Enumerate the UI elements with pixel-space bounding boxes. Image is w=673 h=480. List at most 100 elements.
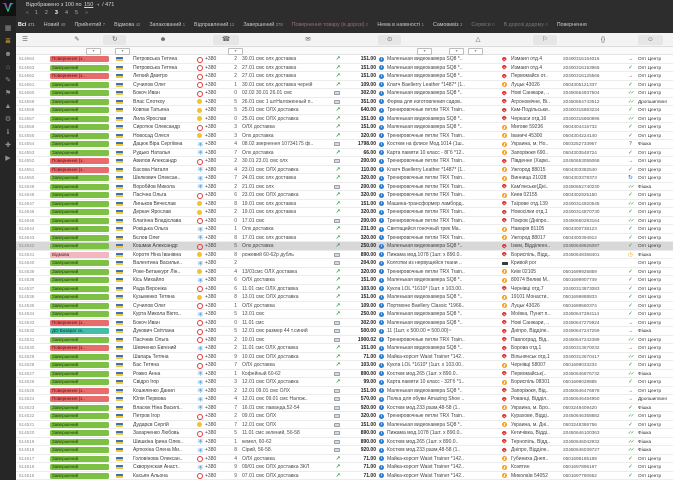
order-row[interactable]: 514539 Завершений Роке-Бетанкурт Лін.. +380… xyxy=(16,267,673,276)
stats-icon[interactable]: ▲ xyxy=(0,100,16,113)
tab-13[interactable]: Повернення xyxy=(557,20,587,27)
payment-column-icon[interactable]: ⊙ xyxy=(378,35,402,45)
order-row[interactable]: 514529 Завершений Шапарь Тетяна +380 9 10.01 … xyxy=(16,352,673,361)
order-row[interactable]: 514541 Відмова Коротя Ніна Іванівна +380 8 ро… xyxy=(16,250,673,259)
edit-column-icon[interactable]: ✎ xyxy=(71,35,83,45)
order-row[interactable]: 514528 Завершений Бас Тетяна +380 7 ОЛХ доста… xyxy=(16,361,673,370)
order-row[interactable]: 514555 Завершений Новосад Олеся +380 3 Олх до… xyxy=(16,131,673,140)
order-id: 514523 xyxy=(19,404,35,410)
lifecell-icon xyxy=(197,209,203,215)
contacts-icon[interactable]: ☻ xyxy=(0,48,16,61)
tab-1[interactable]: Всі 471 xyxy=(18,20,35,27)
tab-5[interactable]: Запакований 1 xyxy=(149,20,185,27)
products-icon[interactable]: ✎ xyxy=(0,74,16,87)
company-icon[interactable]: ⌂ xyxy=(0,61,16,74)
tab-8[interactable]: Повернення товару (в дорозі) 0 xyxy=(292,20,369,27)
settings-icon[interactable]: ⚙ xyxy=(0,113,16,126)
refresh-column-icon[interactable]: ↻ xyxy=(103,35,127,45)
app-logo[interactable] xyxy=(0,0,16,16)
order-row[interactable]: 514533 Повернення (з.. Бокоч Иван +380 0 11.0… xyxy=(16,318,673,327)
dashboard-icon[interactable]: ▦ xyxy=(0,22,16,35)
order-row[interactable]: 514556 Завершений Сиротюк Олександр +380 3 ОЛ… xyxy=(16,123,673,132)
order-row[interactable]: 514531 Завершений Пасічник Ольга +380 2 10.01… xyxy=(16,335,673,344)
order-row[interactable]: 514549 Завершений Воробйов Микола ✳ +380 2 21.… xyxy=(16,182,673,191)
tab-9[interactable]: Нема в наявності 1 xyxy=(377,20,424,27)
comment-column-icon[interactable]: ✉ xyxy=(302,35,314,45)
phone-column-icon[interactable]: ☎ xyxy=(213,35,240,45)
order-row[interactable]: 514560 Завершений Бокоч Иван +380 0 02.02 30.… xyxy=(16,89,673,98)
ttn-column-icon[interactable]: {} xyxy=(597,35,609,45)
tab-12[interactable]: В дорозі додому 0 xyxy=(504,20,548,27)
manager-column-icon[interactable]: ☺ xyxy=(638,35,663,45)
page-button-3[interactable]: 3 xyxy=(55,9,58,17)
order-row[interactable]: 514551 Повернення (з.. Басова Наталя ✳ +380 4… xyxy=(16,165,673,174)
order-row[interactable]: 514550 Завершений Шелкович Олексан.. ✳ +380 7… xyxy=(16,174,673,183)
order-row[interactable]: 514519 Завершений Шишкіна Ірина Олек.. ✳ +38… xyxy=(16,437,673,446)
order-row[interactable]: 514515 Завершений Касьян Альона +380 9 07.01 … xyxy=(16,471,673,480)
info-icon[interactable]: ℹ xyxy=(0,126,16,139)
marketing-icon[interactable]: ⚑ xyxy=(0,87,16,100)
order-row[interactable]: 514564 Повернення (з.. Петровська Тетяна +3… xyxy=(16,55,673,64)
order-row[interactable]: 514521 Завершений Дударєв Сергій +380 7 12.01… xyxy=(16,420,673,429)
order-row[interactable]: 514545 Завершений Благінна Владіслава +380 0… xyxy=(16,216,673,225)
order-row[interactable]: 514530 Повернення (з.. Шевченко Евгений ✳ +3… xyxy=(16,344,673,353)
order-row[interactable]: 514540 Завершений Валентина Василье.. ✳ +380… xyxy=(16,259,673,268)
tab-7[interactable]: Завершений 278 xyxy=(243,20,282,27)
order-row[interactable]: 514561 Завершений Сучилов Олег +380 1 30.01 с… xyxy=(16,80,673,89)
order-row[interactable]: 514522 Завершений Петров Ігор +380 2 09.01 см… xyxy=(16,412,673,421)
apps-icon[interactable]: ✚ xyxy=(0,139,16,152)
order-row[interactable]: 514548 Завершений Пасічна Ольга +380 6 23.01 … xyxy=(16,191,673,200)
order-row[interactable]: 514563 Завершений Петровська Тетяна +380 2 27… xyxy=(16,63,673,72)
page-button-1[interactable]: 1 xyxy=(35,9,38,17)
order-row[interactable]: 514520 Завершений Захарченко Любовь +380 5 11… xyxy=(16,429,673,438)
ttn-number: 0504303548724 xyxy=(563,149,597,155)
page-button-4[interactable]: 4 xyxy=(65,9,68,17)
order-row[interactable]: 514546 Завершений Деркач Ярослав +380 2 19.01… xyxy=(16,208,673,217)
order-row[interactable]: 514517 Завершений Головінова Олексан.. +380… xyxy=(16,454,673,463)
carrier-icon xyxy=(502,294,509,300)
order-row[interactable]: 514532 ДО Возврат ск.. Дукович Світлана +38… xyxy=(16,327,673,336)
address-column-icon[interactable]: ⚐ xyxy=(533,35,557,45)
order-row[interactable]: 514535 Завершений Сучилов Олег +380 1 ОЛХ дос… xyxy=(16,301,673,310)
order-row[interactable]: 514524 Повернення (з.. Юлія Первова ✳ +380 4 1… xyxy=(16,395,673,404)
order-row[interactable]: 514542 Завершений Кошмак Александр +380 5 Олх… xyxy=(16,242,673,251)
tab-2[interactable]: Новий 48 xyxy=(44,20,66,27)
tab-3[interactable]: Прийнятий 7 xyxy=(74,20,105,27)
order-row[interactable]: 514552 Повернення (з.. Авилов Александр +38… xyxy=(16,157,673,166)
tab-6[interactable]: Відправлений 12 xyxy=(194,20,234,27)
orders-icon[interactable]: ≣ xyxy=(0,35,16,48)
order-row[interactable]: 514553 Завершений Рудько Наталья ✳ +380 7 Олх … xyxy=(16,148,673,157)
tab-4[interactable]: Відмова 42 xyxy=(114,20,140,27)
order-row[interactable]: 514518 Завершений Артюхіна Олена Ми.. ✳ +380… xyxy=(16,446,673,455)
tab-11[interactable]: Сервіси 0 xyxy=(471,20,494,27)
order-row[interactable]: 514537 Завершений Рада Вероніка +380 6 11.01 … xyxy=(16,284,673,293)
tab-10[interactable]: Самовивіз 2 xyxy=(433,20,462,27)
page-button-5[interactable]: 5 xyxy=(75,9,78,17)
order-row[interactable]: 514558 Завершений Ковпак Татьяна +380 5 25.01… xyxy=(16,106,673,115)
page-size-dropdown[interactable]: 150 xyxy=(84,2,93,8)
tracking-status-icon: ✓✓ xyxy=(627,430,635,436)
order-row[interactable]: 514527 Завершений Рожко Анна ✳ +380 1 Кофейный… xyxy=(16,369,673,378)
order-row[interactable]: 514557 Завершений Лила Ярослав +380 0 25.01 с… xyxy=(16,114,673,123)
order-row[interactable]: 514544 Завершений Рокіцька Ольга ✳ +380 1 Олх … xyxy=(16,225,673,234)
order-row[interactable]: 514562 Повернення (з.. Легкий Дмитро +380 2 2… xyxy=(16,72,673,81)
order-row[interactable]: 514559 Завершений Влас Слоткоу +380 5 26.01 с… xyxy=(16,97,673,106)
order-row[interactable]: 514554 Завершений Дацюк Віра Сергіївна ✳ +38… xyxy=(16,140,673,149)
order-row[interactable]: 514516 Завершений Скворунская Анаст.. ✳ +380… xyxy=(16,463,673,472)
order-row[interactable]: 514525 Повернення (з.. Кошеленко Данил ✳ +38… xyxy=(16,386,673,395)
order-row[interactable]: 514523 Завершений Власюк Ніна Василі.. ✳ +38… xyxy=(16,403,673,412)
customer-column-icon[interactable]: ☻ xyxy=(157,35,169,45)
order-row[interactable]: 514547 Завершений Линьков Вячеслав +380 8 19.… xyxy=(16,199,673,208)
order-row[interactable]: 514526 Завершений Свідро Ігор ✳ +380 3 12.01 с… xyxy=(16,378,673,387)
first-page-button[interactable]: « xyxy=(26,9,29,17)
order-row[interactable]: 514543 Завершений Бєлов Олег ✳ +380 8 17.01 см… xyxy=(16,233,673,242)
order-row[interactable]: 514536 Завершений Кузьменко Тетяна +380 8 13.… xyxy=(16,293,673,302)
video-icon[interactable]: ▶ xyxy=(0,152,16,165)
last-page-button[interactable]: » xyxy=(85,9,88,17)
order-row[interactable]: 514534 Завершений Курта Микола Вікто.. ✳ +38… xyxy=(16,310,673,319)
page-button-2[interactable]: 2 xyxy=(45,9,48,17)
delivery-address: Запоріжжя 690.. xyxy=(511,149,549,156)
product-column-icon[interactable]: △ xyxy=(472,35,484,45)
status-column-icon[interactable]: ☰ xyxy=(19,35,31,45)
order-row[interactable]: 514538 Завершений Кісь Михайло ✳ +380 6 ОЛХ до… xyxy=(16,276,673,285)
